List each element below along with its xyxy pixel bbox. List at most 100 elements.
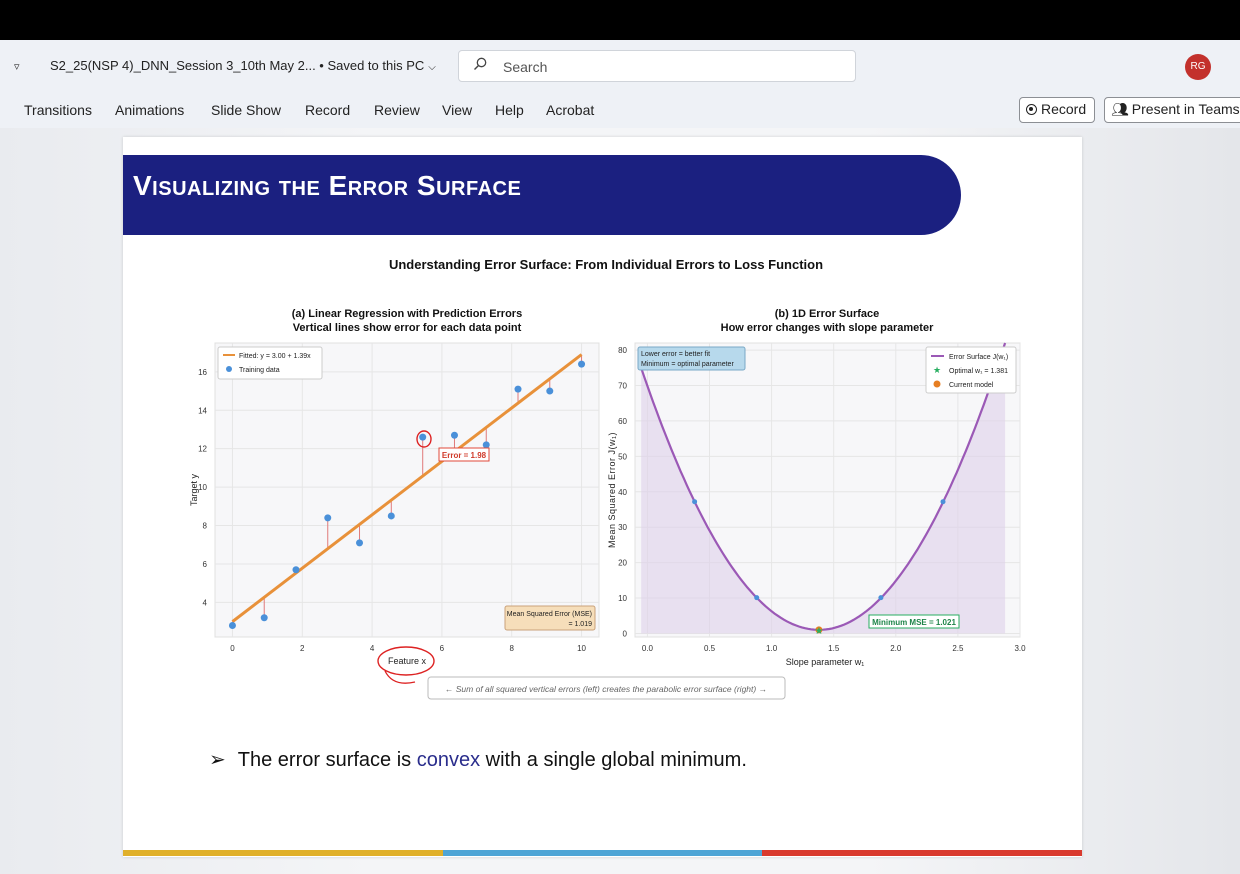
tab-review[interactable]: Review <box>374 102 420 118</box>
x-tick-label: 6 <box>440 644 445 653</box>
chart-b-xticks: 0.0 0.5 1.0 1.5 2.0 2.5 3.0 <box>642 644 1026 653</box>
teams-icon: 👥︎ <box>1111 101 1129 117</box>
y-tick-label: 4 <box>203 598 208 607</box>
y-tick-label: 50 <box>618 452 627 461</box>
sample-point <box>692 499 698 505</box>
data-point <box>387 512 395 520</box>
y-tick-label: 14 <box>198 406 207 415</box>
tab-acrobat[interactable]: Acrobat <box>546 102 594 118</box>
x-tick-label: 4 <box>370 644 375 653</box>
legend-fitted-label: Fitted: y = 3.00 + 1.39x <box>239 353 311 360</box>
bottom-bar-red <box>762 850 1082 856</box>
x-tick-label: 0.0 <box>642 644 654 653</box>
chart-a-title: (a) Linear Regression with Prediction Er… <box>292 308 522 320</box>
bottom-bar-gold <box>123 850 443 856</box>
y-tick-label: 12 <box>198 445 207 454</box>
chart-a-subtitle: Vertical lines show error for each data … <box>293 322 522 334</box>
chart-a-legend <box>217 346 323 380</box>
legend-training-label: Training data <box>239 367 280 374</box>
legend-star-icon: ★ <box>933 365 941 375</box>
x-tick-label: 1.0 <box>766 644 778 653</box>
legend-current-swatch <box>933 380 941 388</box>
chart-b-subtitle: How error changes with slope parameter <box>721 322 934 334</box>
x-tick-label: 2.5 <box>952 644 964 653</box>
legend-current-label: Current model <box>949 382 994 389</box>
present-in-teams-button[interactable]: 👥︎ Present in Teams <box>1104 97 1240 123</box>
y-tick-label: 0 <box>623 629 628 638</box>
tab-animations[interactable]: Animations <box>115 102 184 118</box>
record-button[interactable]: Record <box>1019 97 1096 123</box>
y-tick-label: 30 <box>618 523 627 532</box>
data-point <box>546 387 554 395</box>
tab-transitions[interactable]: Transitions <box>24 102 92 118</box>
y-tick-label: 60 <box>618 417 627 426</box>
x-tick-label: 1.5 <box>828 644 840 653</box>
tab-slide-show[interactable]: Slide Show <box>211 102 281 118</box>
sample-point <box>940 499 946 505</box>
tab-view[interactable]: View <box>442 102 472 118</box>
bullet-text-suffix: with a single global minimum. <box>480 749 747 771</box>
x-tick-label: 0.5 <box>704 644 716 653</box>
bullet-arrow-icon: ➢ <box>209 749 226 771</box>
chart-b-ylabel: Mean Squared Error J(w₁) <box>607 432 617 548</box>
chart-a-xticks: 0 2 4 6 8 10 <box>230 644 586 653</box>
legend-optimal-label: Optimal w₁ = 1.381 <box>949 368 1008 375</box>
data-point <box>356 539 364 547</box>
charts-figure: (a) Linear Regression with Prediction Er… <box>189 308 1026 700</box>
tab-record[interactable]: Record <box>305 102 350 118</box>
slide[interactable]: Visualizing the Error Surface Understand… <box>123 137 1082 857</box>
search-box[interactable]: Search <box>458 50 856 82</box>
chart-a-ylabel: Target y <box>189 473 199 506</box>
legend-curve-label: Error Surface J(w₁) <box>949 354 1008 361</box>
record-icon <box>1026 104 1037 115</box>
bullet-point: ➢ The error surface is convex with a sing… <box>209 747 747 772</box>
data-point <box>292 566 300 574</box>
y-tick-label: 10 <box>618 594 627 603</box>
x-tick-label: 3.0 <box>1014 644 1026 653</box>
sample-point <box>754 595 760 601</box>
chart-a-xlabel: Feature x <box>388 656 427 666</box>
bullet-text-prefix: The error surface is <box>237 749 417 771</box>
present-button-label: Present in Teams <box>1131 101 1240 117</box>
chart-b-title: (b) 1D Error Surface <box>775 308 880 320</box>
data-point <box>228 621 236 629</box>
sample-point <box>878 595 884 601</box>
bullet-highlight: convex <box>416 749 481 771</box>
chevron-down-icon: ⌵ <box>428 62 436 73</box>
avatar[interactable]: RG <box>1185 54 1211 80</box>
record-button-label: Record <box>1041 101 1087 117</box>
x-tick-label: 0 <box>230 644 235 653</box>
caption: ← Sum of all squared vertical errors (le… <box>445 684 767 694</box>
figure-title: Understanding Error Surface: From Indivi… <box>388 257 824 272</box>
document-title[interactable]: S2_25(NSP 4)_DNN_Session 3_10th May 2...… <box>50 58 436 73</box>
search-icon <box>474 57 487 70</box>
y-tick-label: 6 <box>203 560 208 569</box>
quick-access-chevron-icon[interactable]: ▿ <box>14 60 20 73</box>
search-placeholder: Search <box>503 59 548 75</box>
info-box-line1: Lower error = better fit <box>641 351 710 358</box>
chart-b-yticks: 0 10 20 30 40 50 60 70 80 <box>618 346 627 638</box>
data-point <box>514 385 522 393</box>
tab-help[interactable]: Help <box>495 102 524 118</box>
chart-a-yticks: 4 6 8 10 12 14 16 <box>198 368 207 608</box>
y-tick-label: 16 <box>198 368 207 377</box>
data-point <box>324 514 332 522</box>
mse-box-line2: = 1.019 <box>568 621 592 628</box>
document-title-text: S2_25(NSP 4)_DNN_Session 3_10th May 2...… <box>50 58 425 73</box>
min-label: Minimum MSE = 1.021 <box>872 618 956 627</box>
data-point <box>419 433 427 441</box>
x-tick-label: 2.0 <box>890 644 902 653</box>
y-tick-label: 40 <box>618 488 627 497</box>
legend-training-swatch <box>226 366 232 372</box>
data-point <box>578 360 586 368</box>
y-tick-label: 20 <box>618 559 627 568</box>
bottom-bar-blue <box>442 850 763 856</box>
y-tick-label: 10 <box>198 483 207 492</box>
x-tick-label: 8 <box>510 644 515 653</box>
y-tick-label: 80 <box>618 346 627 355</box>
top-black-bar <box>0 0 1240 40</box>
slide-title: Visualizing the Error Surface <box>133 170 522 201</box>
slide-header-banner: Visualizing the Error Surface <box>123 155 961 235</box>
y-tick-label: 70 <box>618 382 627 391</box>
info-box-line2: Minimum = optimal parameter <box>641 361 734 368</box>
